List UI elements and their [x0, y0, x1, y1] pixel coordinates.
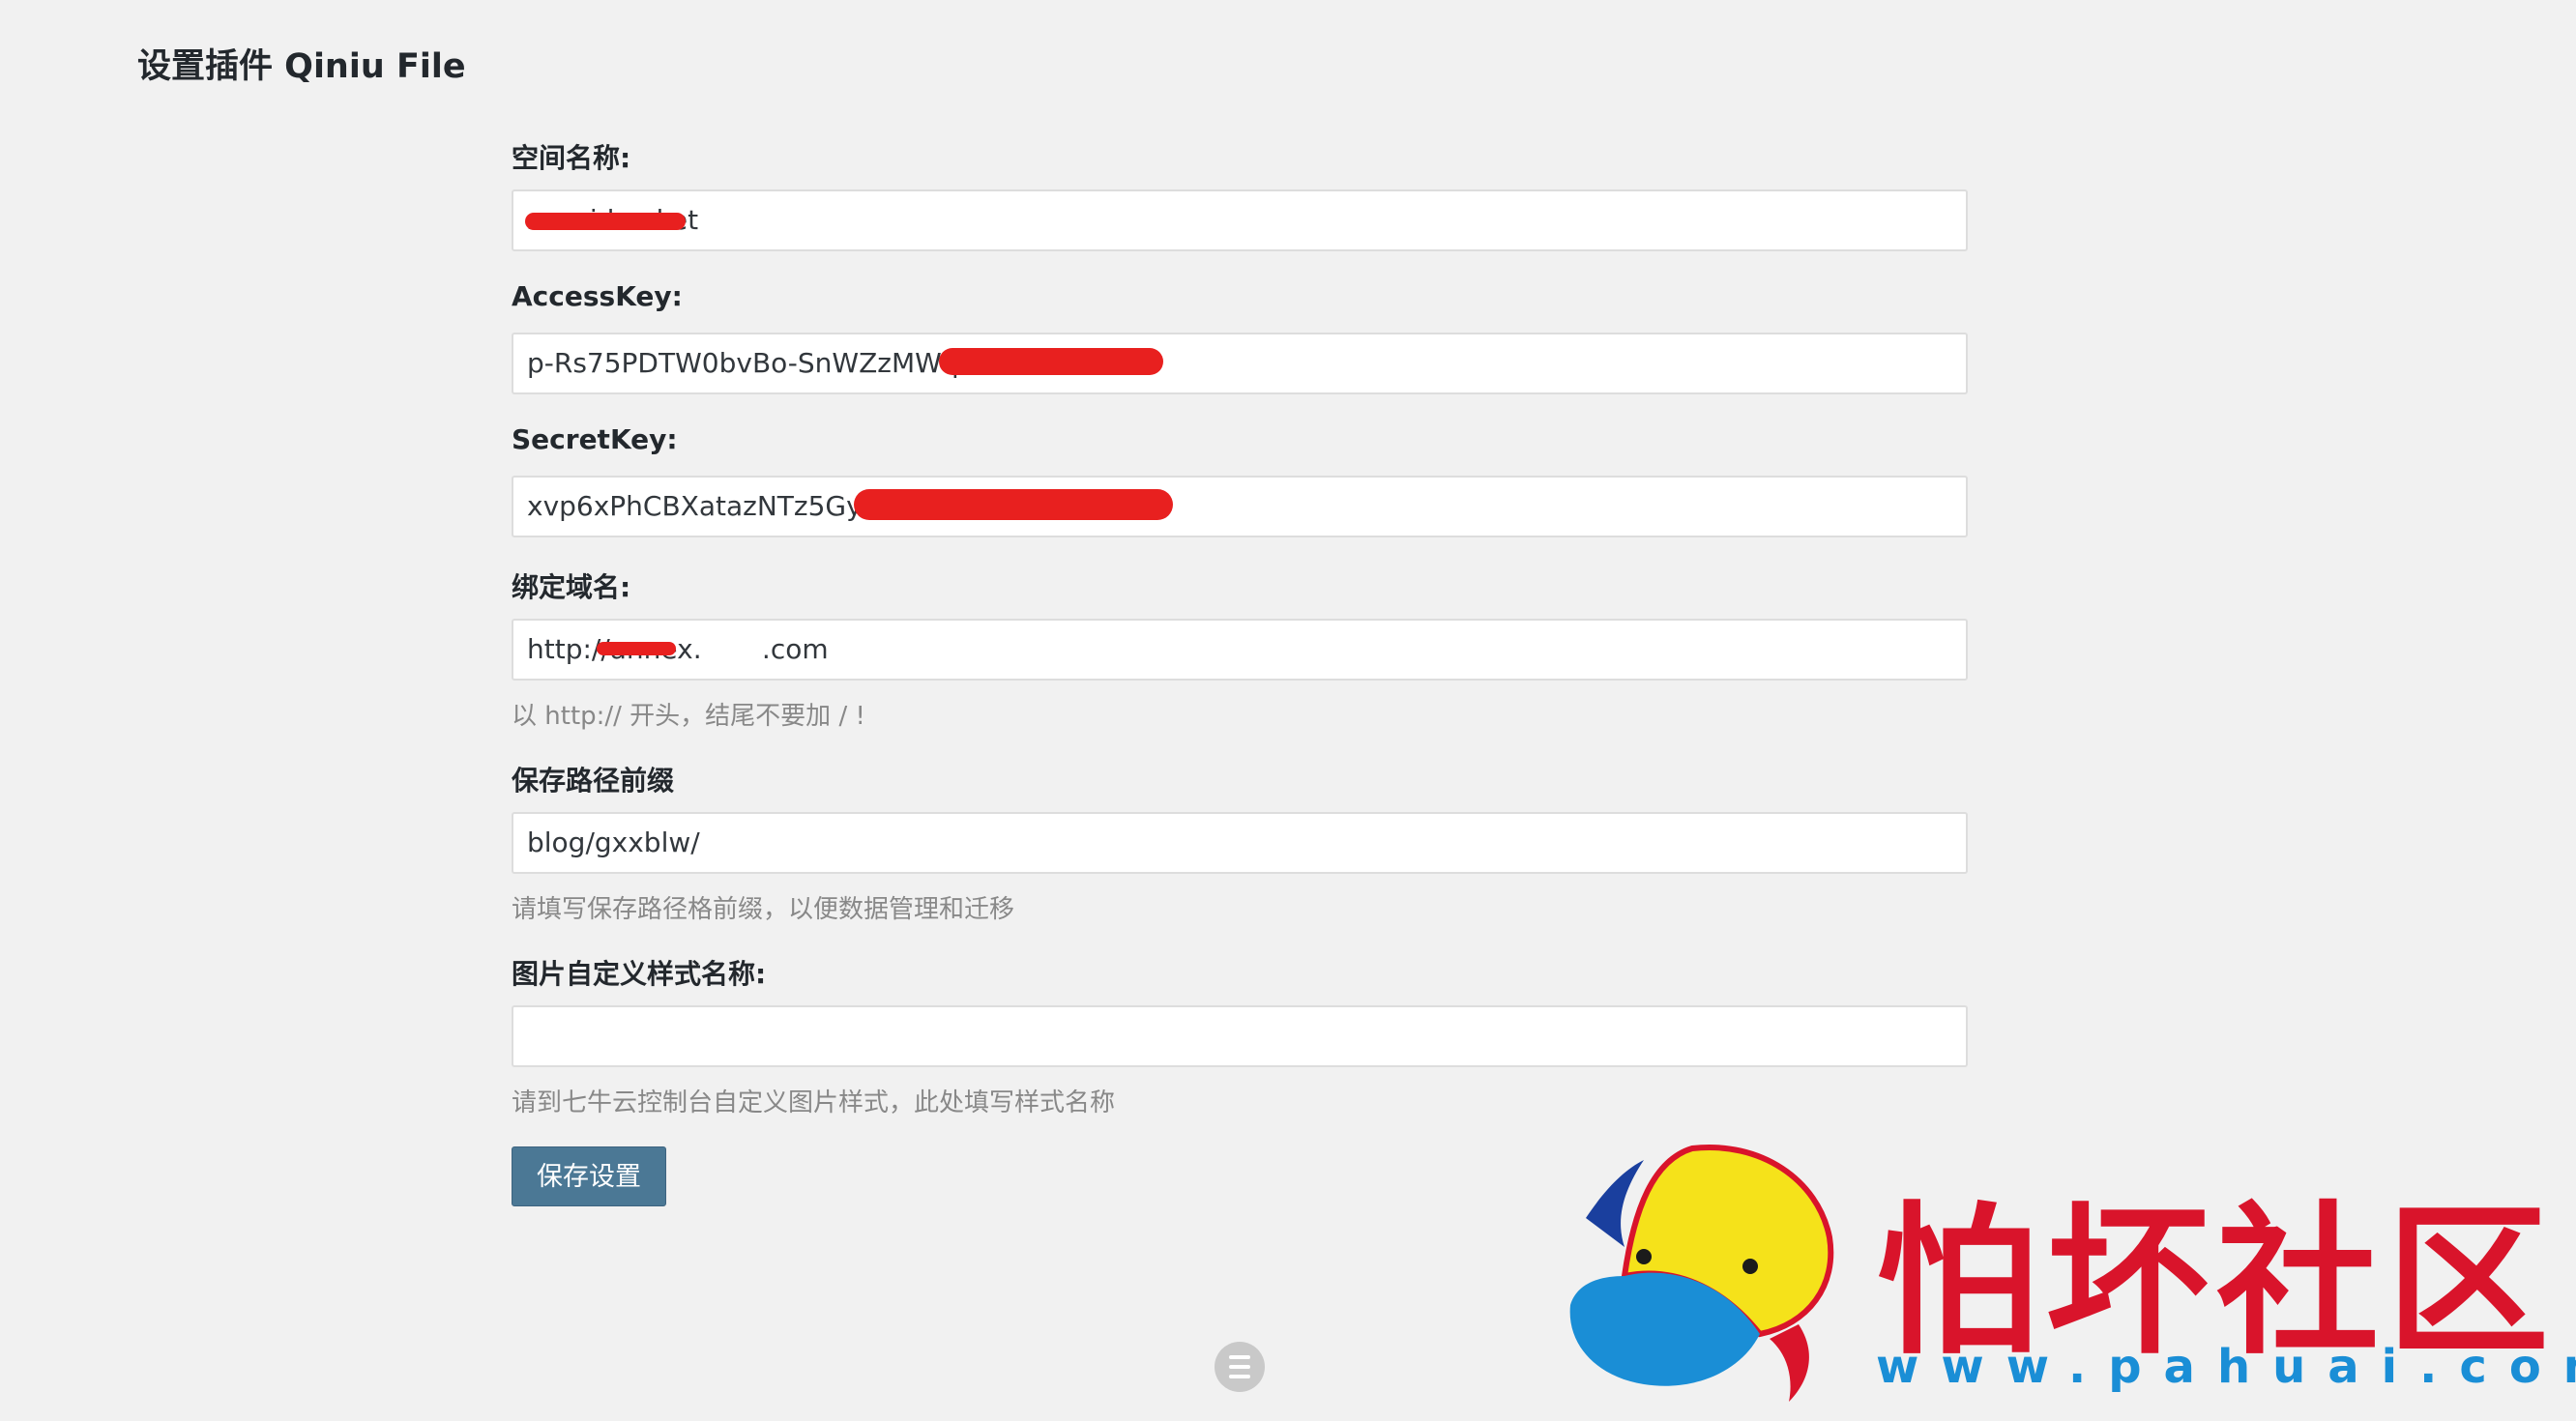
- redaction-mark: [597, 642, 676, 655]
- fish-logo-icon: [1569, 1145, 1834, 1402]
- path-prefix-label: 保存路径前缀: [512, 765, 675, 797]
- access-key-label: AccessKey:: [512, 280, 683, 312]
- redaction-mark: [939, 348, 1163, 375]
- image-style-hint: 请到七牛云控制台自定义图片样式，此处填写样式名称: [512, 1088, 1116, 1117]
- path-prefix-input[interactable]: blog/gxxblw/: [512, 812, 1968, 874]
- domain-hint: 以 http:// 开头，结尾不要加 / !: [512, 702, 865, 731]
- access-key-input[interactable]: p-Rs75PDTW0bvBo-SnWZzMWql: [512, 333, 1968, 394]
- menu-icon[interactable]: [1215, 1342, 1265, 1392]
- redaction-mark: [525, 213, 686, 230]
- domain-value: http://annex. .com: [527, 633, 829, 665]
- secret-key-value: xvp6xPhCBXatazNTz5GyW: [527, 490, 890, 522]
- watermark: 怕坏社区 www.pahuai.com: [1557, 1131, 2576, 1411]
- path-prefix-hint: 请填写保存路径格前缀，以便数据管理和迁移: [512, 895, 1015, 924]
- path-prefix-value: blog/gxxblw/: [527, 826, 700, 858]
- redaction-mark: [854, 489, 1173, 520]
- domain-label: 绑定域名:: [512, 571, 631, 603]
- image-style-label: 图片自定义样式名称:: [512, 958, 767, 990]
- secret-key-input[interactable]: xvp6xPhCBXatazNTz5GyW: [512, 476, 1968, 537]
- bucket-input[interactable]: sucai-bucket: [512, 189, 1968, 251]
- domain-input[interactable]: http://annex. .com: [512, 619, 1968, 681]
- image-style-input[interactable]: [512, 1005, 1968, 1067]
- secret-key-label: SecretKey:: [512, 423, 678, 455]
- watermark-url: www.pahuai.com: [1876, 1340, 2576, 1394]
- access-key-value: p-Rs75PDTW0bvBo-SnWZzMWql: [527, 347, 967, 379]
- save-settings-button[interactable]: 保存设置: [512, 1146, 666, 1206]
- page-title: 设置插件 Qiniu File: [137, 47, 466, 86]
- bucket-label: 空间名称:: [512, 142, 631, 174]
